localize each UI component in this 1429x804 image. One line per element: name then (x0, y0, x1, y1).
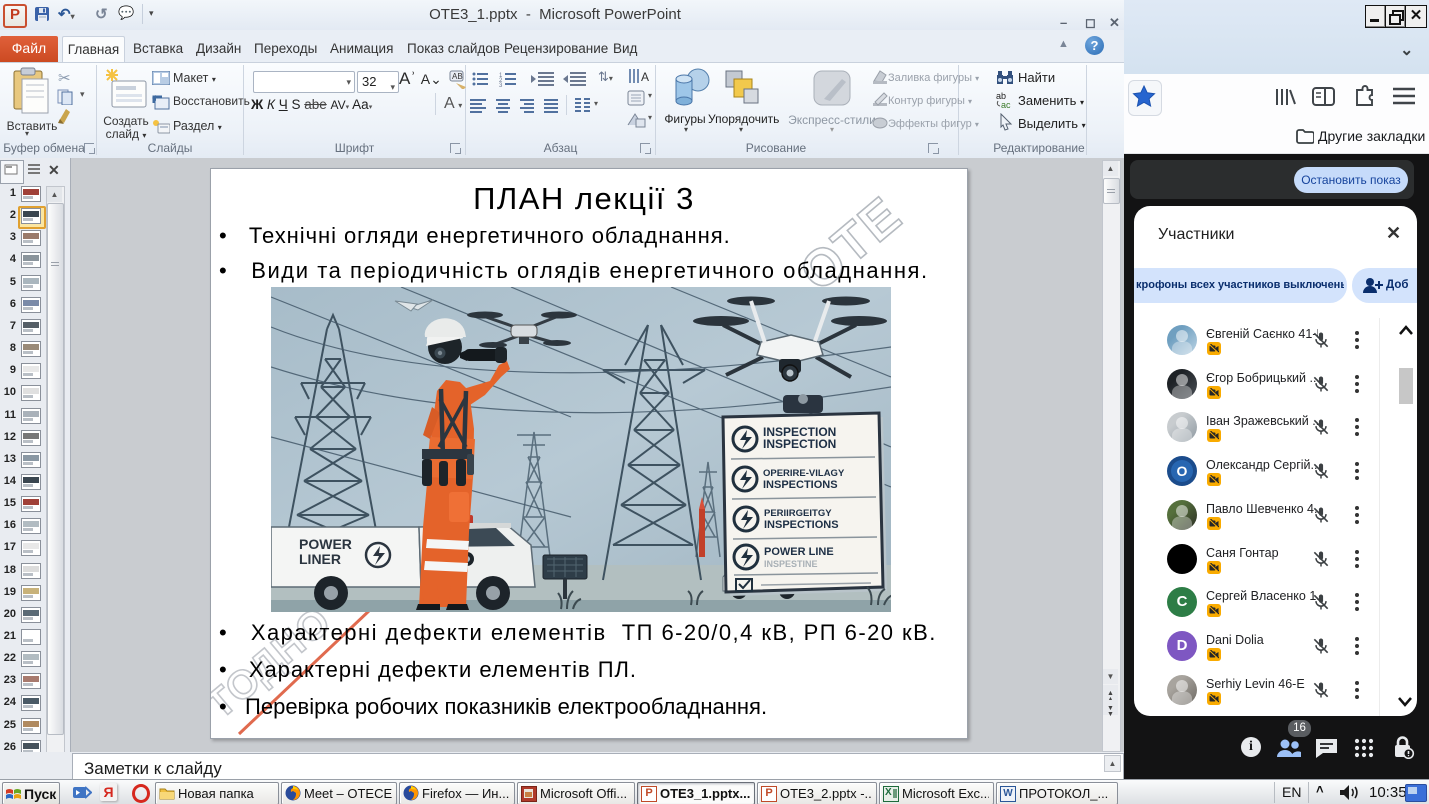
svg-text:AB: AB (452, 72, 463, 81)
svg-text:ac: ac (1001, 100, 1011, 109)
svg-text:LINER: LINER (299, 551, 341, 567)
svg-text:OPERIRE-VILAGY: OPERIRE-VILAGY (763, 468, 845, 479)
svg-text:A: A (641, 70, 649, 84)
svg-text:INSPESTINE: INSPESTINE (764, 559, 818, 569)
svg-text:INSPECTION: INSPECTION (763, 437, 836, 451)
svg-text:INSPECTIONS: INSPECTIONS (764, 519, 839, 531)
svg-text:INSPECTIONS: INSPECTIONS (763, 479, 838, 491)
svg-text:POWER: POWER (299, 536, 352, 552)
svg-text:PERIIRGEITGY: PERIIRGEITGY (764, 508, 832, 519)
svg-text:3: 3 (499, 83, 503, 87)
svg-text:POWER LINE: POWER LINE (764, 546, 834, 558)
